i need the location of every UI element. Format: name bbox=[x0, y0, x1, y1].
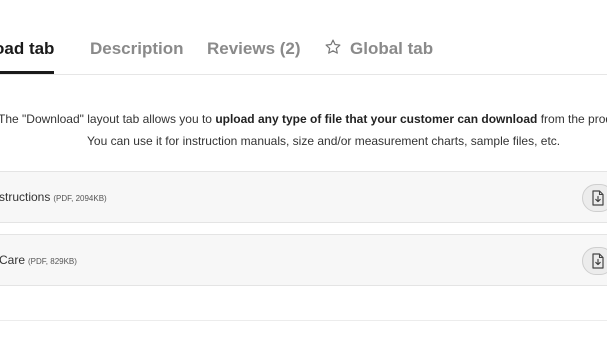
tab-description-label: Description bbox=[90, 39, 184, 58]
file-row-instructions[interactable]: structions (PDF, 2094KB) bbox=[0, 171, 607, 223]
tab-reviews-label: Reviews (2) bbox=[207, 39, 301, 58]
intro-line-2: You can use it for instruction manuals, … bbox=[87, 134, 561, 148]
download-button[interactable] bbox=[582, 184, 607, 212]
section-divider bbox=[0, 320, 607, 321]
star-outline-icon bbox=[324, 38, 342, 56]
tab-description[interactable]: Description bbox=[90, 36, 184, 74]
file-row-care[interactable]: Care (PDF, 829KB) bbox=[0, 234, 607, 286]
tab-download-label: oad tab bbox=[0, 39, 55, 58]
download-button[interactable] bbox=[582, 247, 607, 275]
file-title: structions bbox=[0, 190, 51, 204]
file-name[interactable]: structions (PDF, 2094KB) bbox=[0, 172, 107, 224]
file-meta: (PDF, 829KB) bbox=[28, 257, 77, 266]
tab-download[interactable]: oad tab bbox=[0, 36, 55, 74]
file-meta: (PDF, 2094KB) bbox=[53, 194, 107, 203]
intro-text-end: from the product page. bbox=[540, 112, 607, 126]
product-tabs-panel: oad tab Description Reviews (2) Global t… bbox=[0, 0, 607, 355]
intro-text-plain: The "Download" layout tab allows you to bbox=[0, 112, 216, 126]
tab-global[interactable]: Global tab bbox=[324, 36, 433, 74]
file-download-icon bbox=[592, 190, 604, 206]
file-title: Care bbox=[0, 253, 26, 267]
file-name[interactable]: Care (PDF, 829KB) bbox=[0, 235, 77, 287]
file-download-icon bbox=[592, 253, 604, 269]
tab-reviews[interactable]: Reviews (2) bbox=[207, 36, 301, 74]
tab-bar: oad tab Description Reviews (2) Global t… bbox=[0, 0, 607, 75]
tab-global-label: Global tab bbox=[350, 39, 434, 58]
intro-text-bold: upload any type of file that your custom… bbox=[215, 112, 538, 126]
intro-line-1: The "Download" layout tab allows you to … bbox=[0, 109, 607, 130]
